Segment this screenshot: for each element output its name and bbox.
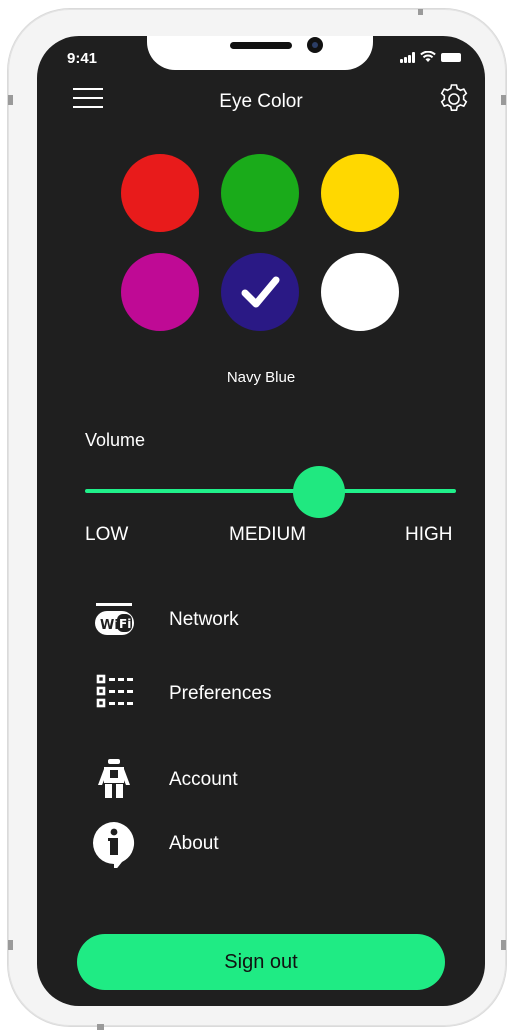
color-swatch-magenta[interactable]	[121, 253, 199, 331]
notch	[147, 36, 373, 70]
volume-low-label: LOW	[85, 524, 129, 545]
menu-item-network[interactable]: Wi Fi Network	[85, 596, 445, 644]
app-screen: 9:41 Eye Color Navy Blue Volume LOW MEDI…	[37, 36, 485, 1006]
info-icon	[93, 822, 135, 868]
signal-icon	[400, 51, 415, 63]
menu-item-label: Preferences	[169, 683, 272, 704]
status-icons	[400, 51, 461, 63]
page-title: Eye Color	[219, 91, 303, 112]
volume-label: Volume	[85, 430, 146, 450]
frame-top-button	[418, 9, 423, 15]
selected-color-label: Navy Blue	[226, 369, 296, 386]
volume-high-label: HIGH	[405, 524, 453, 545]
color-swatch-white[interactable]	[321, 253, 399, 331]
menu-item-label: About	[169, 833, 219, 854]
svg-text:Wi: Wi	[100, 618, 119, 633]
frame-side-button	[501, 95, 506, 105]
gear-icon[interactable]	[437, 82, 471, 116]
wifi-status-icon	[420, 51, 436, 62]
volume-slider-thumb[interactable]	[293, 466, 345, 518]
volume-medium-label: MEDIUM	[229, 524, 307, 545]
sign-out-button[interactable]: Sign out	[77, 934, 445, 990]
menu-item-preferences[interactable]: Preferences	[85, 670, 445, 718]
speaker	[230, 42, 292, 49]
volume-slider-track[interactable]	[85, 489, 456, 493]
color-swatch-navy-blue[interactable]	[221, 253, 299, 331]
frame-side-button	[501, 940, 506, 950]
color-swatch-green[interactable]	[221, 154, 299, 232]
wifi-icon: Wi Fi	[95, 603, 134, 635]
svg-text:Fi: Fi	[119, 617, 131, 631]
status-time: 9:41	[67, 50, 98, 67]
sign-out-label: Sign out	[224, 950, 298, 973]
menu-item-label: Account	[169, 769, 238, 790]
frame-side-button	[8, 95, 13, 105]
color-swatch-yellow[interactable]	[321, 154, 399, 232]
menu-item-about[interactable]: About	[85, 820, 445, 868]
color-swatch-red[interactable]	[121, 154, 199, 232]
camera	[307, 37, 323, 53]
battery-icon	[441, 52, 461, 62]
checkmark-icon	[241, 276, 280, 308]
menu-item-account[interactable]: Account	[85, 756, 445, 804]
list-icon	[96, 674, 133, 708]
menu-item-label: Network	[169, 609, 239, 630]
frame-bottom-button	[97, 1024, 104, 1030]
frame-side-button	[8, 940, 13, 950]
account-icon	[98, 759, 130, 798]
